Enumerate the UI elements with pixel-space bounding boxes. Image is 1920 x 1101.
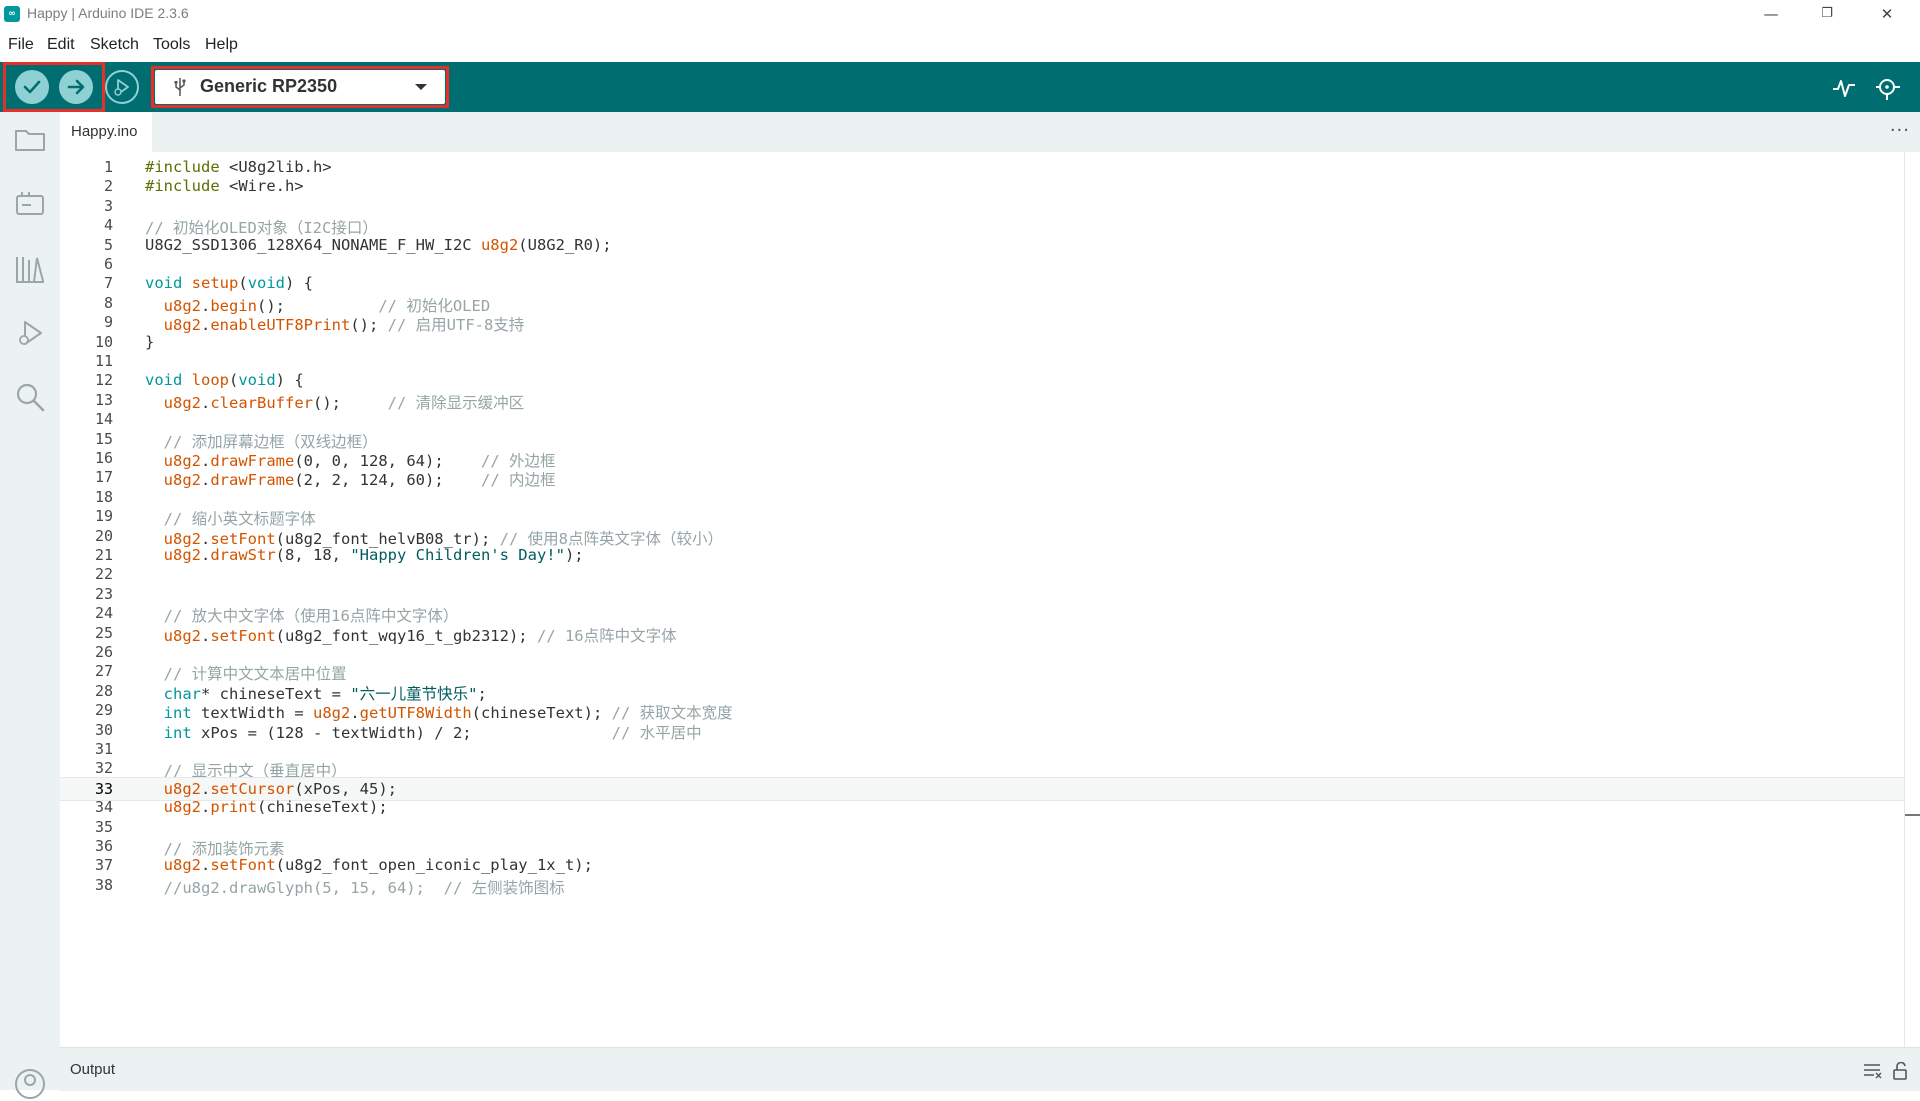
line-number: 24: [94, 604, 113, 622]
line-number: 37: [94, 856, 113, 874]
line-number: 35: [94, 818, 113, 836]
line-number: 14: [94, 410, 113, 428]
code-text: void setup(void) {: [145, 274, 314, 292]
line-number: 16: [94, 449, 113, 467]
line-number: 3: [103, 197, 113, 215]
line-number: 7: [103, 274, 113, 292]
menu-bar: File Edit Sketch Tools Help: [0, 28, 1920, 62]
serial-monitor-icon[interactable]: [1874, 74, 1902, 102]
line-number: 2: [103, 177, 113, 195]
line-number: 21: [94, 546, 113, 564]
output-label: Output: [70, 1061, 116, 1078]
menu-help[interactable]: Help: [205, 36, 238, 54]
line-number: 15: [94, 430, 113, 448]
code-text: #include <U8g2lib.h>: [145, 158, 332, 176]
code-text: #include <Wire.h>: [145, 177, 304, 195]
line-number: 27: [94, 662, 113, 680]
line-number: 17: [94, 468, 113, 486]
code-text: }: [145, 333, 155, 351]
debug-panel-icon[interactable]: [13, 317, 47, 351]
window-title: Happy | Arduino IDE 2.3.6: [27, 5, 189, 21]
arduino-logo-icon: ∞: [4, 6, 20, 22]
line-number: 31: [94, 740, 113, 758]
line-number: 22: [94, 565, 113, 583]
code-text: //u8g2.drawGlyph(5, 15, 64); // 左侧装饰图标: [163, 879, 565, 897]
editor-tabbar: Happy.ino ···: [60, 112, 1920, 152]
board-selector-highlight: [151, 66, 449, 108]
menu-tools[interactable]: Tools: [153, 36, 190, 54]
line-number: 9: [103, 313, 113, 331]
line-number: 28: [94, 682, 113, 700]
tab-label: Happy.ino: [71, 123, 138, 140]
editor-scrollbar[interactable]: [1904, 152, 1920, 1047]
line-number: 4: [103, 216, 113, 234]
line-number: 5: [103, 236, 113, 254]
minimize-button[interactable]: —: [1744, 0, 1798, 28]
tab-happy-ino[interactable]: Happy.ino: [60, 112, 152, 152]
line-number: 20: [94, 527, 113, 545]
code-text: u8g2.setFont(u8g2_font_open_iconic_play_…: [163, 856, 593, 874]
line-number: 18: [94, 488, 113, 506]
sidebar: [0, 112, 60, 1099]
line-number: 30: [94, 721, 113, 739]
line-number: 23: [94, 585, 113, 603]
code-line[interactable]: 38 //u8g2.drawGlyph(5, 15, 64); // 左侧装饰图…: [60, 874, 1905, 898]
sketchbook-folder-icon[interactable]: [13, 122, 47, 156]
serial-plotter-icon[interactable]: [1830, 74, 1858, 102]
debug-icon: [114, 79, 129, 96]
line-number: 1: [103, 158, 113, 176]
toolbar: Generic RP2350: [0, 62, 1920, 112]
code-text: u8g2.drawStr(8, 18, "Happy Children's Da…: [163, 546, 584, 564]
menu-edit[interactable]: Edit: [47, 36, 75, 54]
line-number: 13: [94, 391, 113, 409]
line-number: 38: [94, 876, 113, 894]
search-icon[interactable]: [13, 380, 47, 414]
verify-upload-highlight: [3, 62, 105, 112]
window-titlebar: ∞ Happy | Arduino IDE 2.3.6 — ❐ ✕: [0, 0, 1920, 28]
line-number: 34: [94, 798, 113, 816]
library-manager-icon[interactable]: [13, 252, 47, 286]
menu-file[interactable]: File: [8, 36, 34, 54]
boards-manager-icon[interactable]: [13, 187, 47, 221]
line-number: 11: [94, 352, 113, 370]
code-text: U8G2_SSD1306_128X64_NONAME_F_HW_I2C u8g2…: [145, 236, 612, 254]
line-number: 25: [94, 624, 113, 642]
line-number: 19: [94, 507, 113, 525]
line-number: 6: [103, 255, 113, 273]
scrollbar-thumb[interactable]: [1905, 814, 1920, 816]
output-panel-header: Output: [60, 1047, 1920, 1091]
code-editor[interactable]: 1 #include <U8g2lib.h> 2 #include <Wire.h> 3…: [60, 152, 1920, 1047]
account-icon[interactable]: [13, 1067, 47, 1101]
unlock-icon[interactable]: [1890, 1062, 1910, 1080]
debug-button[interactable]: [105, 70, 139, 104]
line-number: 36: [94, 837, 113, 855]
line-number: 8: [103, 294, 113, 312]
code-text: u8g2.print(chineseText);: [163, 798, 388, 816]
line-number: 26: [94, 643, 113, 661]
code-text: void loop(void) {: [145, 371, 304, 389]
line-number: 29: [94, 701, 113, 719]
line-number: 10: [94, 333, 113, 351]
line-number: 12: [94, 371, 113, 389]
menu-sketch[interactable]: Sketch: [90, 36, 139, 54]
more-options-icon[interactable]: ···: [1890, 120, 1910, 141]
line-number: 32: [94, 759, 113, 777]
clear-output-icon[interactable]: [1862, 1062, 1882, 1080]
close-button[interactable]: ✕: [1860, 0, 1914, 28]
restore-button[interactable]: ❐: [1800, 0, 1854, 28]
